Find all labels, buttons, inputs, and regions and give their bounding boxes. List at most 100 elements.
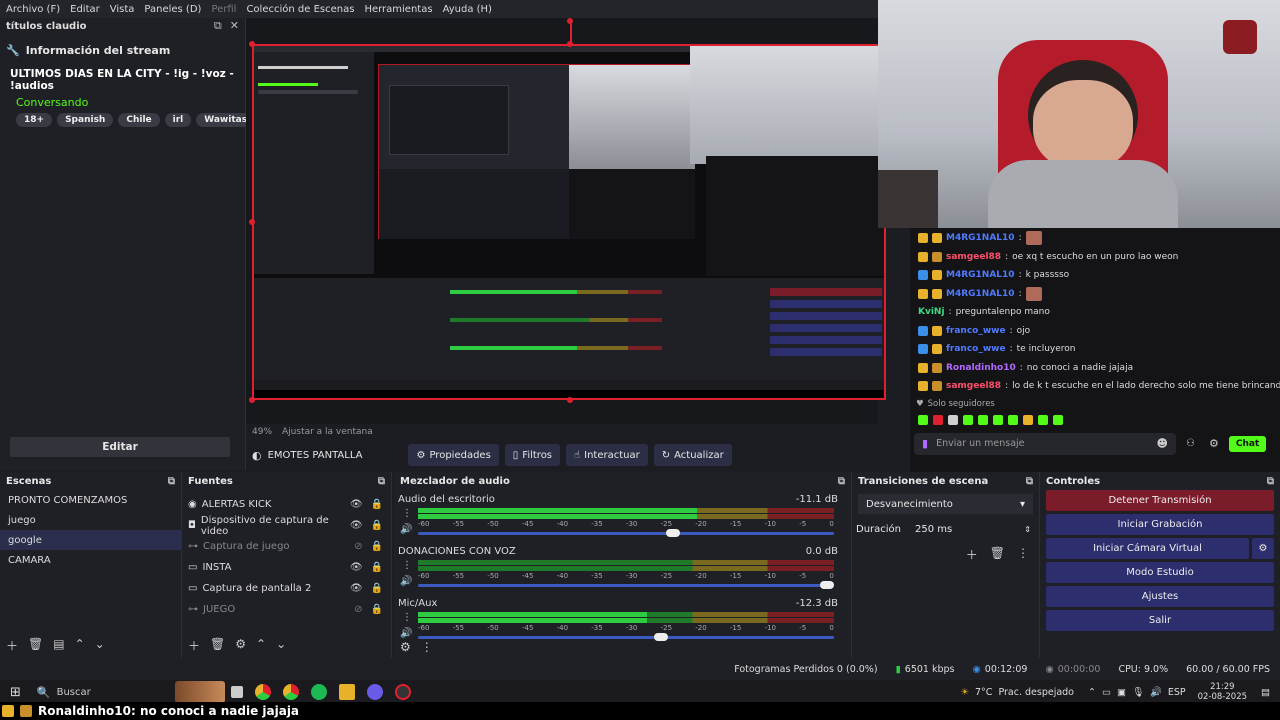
virtual-cam-gear-icon[interactable]: ⚙ [1252,538,1274,559]
clock-date[interactable]: 02-08-2025 [1198,692,1247,702]
preview-canvas[interactable] [246,18,886,424]
interact-button[interactable]: ☝ Interactuar [566,444,648,466]
chrome-icon[interactable] [254,684,271,700]
scene-item[interactable]: PRONTO COMENZAMOS [0,490,181,510]
language[interactable]: ESP [1168,687,1186,698]
source-item[interactable]: ▭ INSTA 👁 🔒 [182,557,391,578]
menu-coleccion[interactable]: Colección de Escenas [246,4,354,15]
trash-icon[interactable]: 🗑 [210,637,225,654]
folder-icon[interactable] [338,684,355,700]
trash-icon[interactable]: 🗑 [28,637,43,654]
chat-username[interactable]: M4RG1NAL10 [946,289,1015,299]
emote-icon[interactable] [1038,414,1048,425]
slider-handle[interactable] [653,633,668,641]
clock-time[interactable]: 21:29 [1210,682,1235,692]
source-item[interactable]: ◉ ALERTAS KICK 👁 🔒 [182,494,391,515]
undock-icon[interactable]: ⧉ [838,476,845,487]
menu-editar[interactable]: Editar [70,4,100,15]
source-item[interactable]: ⊶ JUEGO ⊘ 🔒 [182,599,391,620]
down-icon[interactable]: ⌄ [95,637,105,654]
add-icon[interactable]: ＋ [966,546,978,563]
eye-icon[interactable]: 👁 [350,520,363,531]
virtual-camera-button[interactable]: Iniciar Cámara Virtual [1046,538,1249,559]
emote-icon[interactable] [963,414,973,425]
menu-dots-icon[interactable]: ⋮ [402,508,412,519]
exit-button[interactable]: Salir [1046,610,1274,631]
undock-icon[interactable]: ⧉ [378,476,385,487]
scene-item[interactable]: juego [0,510,181,530]
emote-icon[interactable] [933,414,943,425]
lock-icon[interactable]: 🔒 [371,562,383,573]
chat-username[interactable]: M4RG1NAL10 [946,270,1015,280]
chrome-icon[interactable] [282,684,299,700]
emote-icon[interactable] [993,414,1003,425]
mic-icon[interactable]: 🎙 [1132,687,1144,698]
chat-username[interactable]: samgeel88 [946,381,1001,391]
menu-dots-icon[interactable]: ⋮ [421,640,433,654]
lock-icon[interactable]: 🔒 [371,583,383,594]
windows-start-icon[interactable]: ⊞ [10,685,21,700]
emote-icon[interactable] [1008,414,1018,425]
zoom-level[interactable]: 49% [252,427,272,437]
undock-icon[interactable]: ⧉ [1267,476,1274,487]
handle-bl[interactable] [249,397,255,403]
emote-icon[interactable] [1053,414,1063,425]
gear-icon[interactable]: ⚙ [235,637,246,654]
slider-handle[interactable] [666,529,681,537]
undock-icon[interactable]: ⧉ [168,476,175,487]
emote-icon[interactable] [1023,414,1033,425]
gear-icon[interactable]: ⚙ [400,640,411,654]
undock-icon[interactable]: ⧉ [214,19,222,33]
up-icon[interactable]: ⌃ [256,637,266,654]
notification-icon[interactable]: ▤ [1261,687,1270,698]
edit-button[interactable]: Editar [10,437,230,457]
scene-item[interactable]: CAMARA [0,550,181,570]
chevron-up-icon[interactable]: ⌃ [1088,687,1096,698]
emote-icon[interactable] [978,414,988,425]
source-item[interactable]: ▭ Captura de pantalla 2 👁 🔒 [182,578,391,599]
lock-icon[interactable]: 🔒 [371,604,383,615]
menu-perfil[interactable]: Perfil [211,4,236,15]
network-icon[interactable]: ▭ [1102,687,1111,698]
close-icon[interactable]: ✕ [230,19,239,33]
menu-archivo[interactable]: Archivo (F) [6,4,60,15]
trash-icon[interactable]: 🗑 [990,546,1005,563]
up-icon[interactable]: ⌃ [75,637,85,654]
filter-icon[interactable]: ▤ [53,637,64,654]
menu-dots-icon[interactable]: ⋮ [402,612,412,623]
menu-vista[interactable]: Vista [110,4,135,15]
chat-username[interactable]: samgeel88 [946,252,1001,262]
lock-icon[interactable]: 🔒 [371,520,383,531]
slider-handle[interactable] [820,581,834,589]
volume-slider[interactable] [418,633,834,641]
undock-icon[interactable]: ⧉ [1026,476,1033,487]
menu-dots-icon[interactable]: ⋮ [1017,546,1029,563]
handle-bc[interactable] [567,397,573,403]
chat-username[interactable]: Ronaldinho10 [946,363,1016,373]
obs-icon[interactable] [394,684,411,700]
menu-herramientas[interactable]: Herramientas [364,4,432,15]
chat-username[interactable]: franco_wwe [946,326,1006,336]
add-icon[interactable]: ＋ [6,637,18,654]
source-item[interactable]: ◘ Dispositivo de captura de video 👁 🔒 [182,515,391,537]
speaker-icon[interactable]: 🔊 [400,524,412,535]
source-item[interactable]: ⊶ Captura de juego ⊘ 🔒 [182,536,391,557]
settings-button[interactable]: Ajustes [1046,586,1274,607]
spin-arrows-icon[interactable]: ⇕ [1024,525,1031,534]
task-view-icon[interactable] [230,686,243,698]
chat-input[interactable]: ▮ Enviar un mensaje ☻ [914,432,1176,455]
spotify-icon[interactable] [310,684,327,700]
eye-off-icon[interactable]: ⊘ [354,604,362,615]
users-icon[interactable]: ⚇ [1186,438,1195,449]
refresh-button[interactable]: ↻ Actualizar [653,444,732,466]
eye-icon[interactable]: 👁 [350,499,363,510]
volume-slider[interactable] [418,581,834,589]
speaker-icon[interactable]: 🔊 [400,576,412,587]
handle-tc[interactable] [567,41,573,47]
eye-icon[interactable]: 👁 [350,562,363,573]
transition-select[interactable]: Desvanecimiento ▾ [858,494,1033,514]
properties-button[interactable]: ⚙ Propiedades [408,444,499,466]
menu-paneles[interactable]: Paneles (D) [144,4,201,15]
volume-icon[interactable]: 🔊 [1150,687,1162,698]
studio-mode-button[interactable]: Modo Estudio [1046,562,1274,583]
